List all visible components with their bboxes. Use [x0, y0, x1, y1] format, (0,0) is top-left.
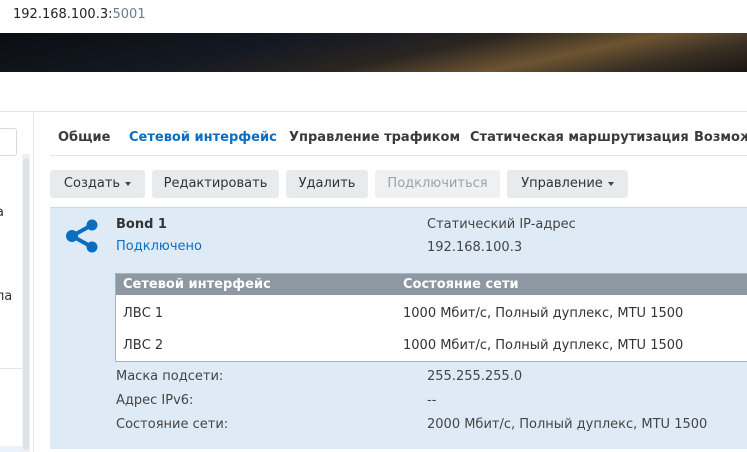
header-divider [0, 111, 747, 112]
tabs-divider [50, 155, 747, 156]
manage-button-label: Управление [521, 176, 603, 191]
connect-button-label: Подключиться [387, 176, 488, 191]
edit-button-label: Редактировать [163, 176, 268, 191]
address-bar[interactable]: 192.168.100.3:5001 [13, 7, 146, 22]
tab-more[interactable]: Возмож [694, 130, 747, 145]
table-cell-interface: ЛВС 2 [123, 338, 164, 353]
left-sidebar: а ла [0, 112, 33, 452]
connect-button[interactable]: Подключиться [375, 170, 500, 198]
address-host: 192.168.100.3: [13, 7, 113, 22]
create-button[interactable]: Создать [50, 170, 145, 198]
address-port: 5001 [112, 7, 146, 22]
column-header-interface: Сетевой интерфейс [123, 277, 271, 292]
sidebar-text-fragment: ла [0, 289, 13, 304]
delete-button[interactable]: Удалить [286, 170, 368, 198]
subnet-mask-value: 255.255.255.0 [427, 369, 523, 384]
manage-button[interactable]: Управление [507, 170, 628, 198]
subnet-mask-label: Маска подсети: [116, 369, 224, 384]
network-status-value: 2000 Мбит/с, Полный дуплекс, MTU 1500 [427, 417, 708, 432]
ip-address-value: 192.168.100.3 [427, 240, 523, 255]
ip-type-label: Статический IP-адрес [427, 217, 576, 232]
share-icon [66, 219, 98, 253]
sidebar-text-fragment: а [0, 205, 4, 220]
member-interfaces-table: Сетевой интерфейс Состояние сети ЛВС 1 1… [115, 273, 747, 362]
tab-network-interface[interactable]: Сетевой интерфейс [129, 130, 277, 145]
tab-traffic-control[interactable]: Управление трафиком [289, 130, 460, 145]
table-cell-interface: ЛВС 1 [123, 306, 164, 321]
sidebar-divider-vertical [33, 112, 34, 452]
header-banner [0, 33, 747, 72]
table-cell-status: 1000 Мбит/с, Полный дуплекс, MTU 1500 [403, 338, 684, 353]
sidebar-divider [0, 368, 22, 369]
sidebar-search-input[interactable] [0, 128, 17, 156]
table-header: Сетевой интерфейс Состояние сети [116, 274, 747, 295]
create-button-label: Создать [63, 176, 121, 191]
chevron-down-icon [125, 181, 132, 186]
ipv6-label: Адрес IPv6: [116, 393, 194, 408]
table-cell-status: 1000 Мбит/с, Полный дуплекс, MTU 1500 [403, 306, 684, 321]
column-header-network-status: Состояние сети [403, 277, 519, 292]
tab-static-routing[interactable]: Статическая маршрутизация [470, 130, 689, 145]
ipv6-value: -- [427, 393, 437, 408]
delete-button-label: Удалить [298, 176, 356, 191]
chevron-down-icon [607, 181, 614, 186]
sidebar-selected-item[interactable] [0, 446, 22, 452]
network-status-label: Состояние сети: [116, 417, 229, 432]
sidebar-scrollbar-thumb[interactable] [23, 158, 29, 450]
edit-button[interactable]: Редактировать [152, 170, 279, 198]
connection-status: Подключено [116, 239, 202, 254]
interface-name: Bond 1 [116, 217, 167, 232]
tab-general[interactable]: Общие [58, 130, 110, 145]
